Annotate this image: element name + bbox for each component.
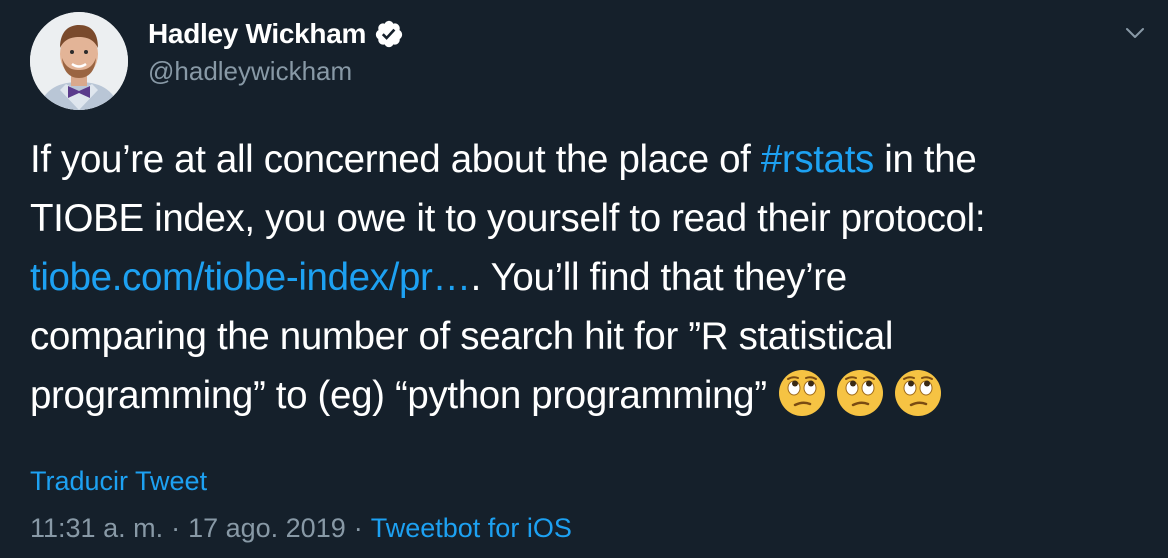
tweet-time[interactable]: 11:31 a. m. [30,513,163,543]
tweet-meta: 11:31 a. m. · 17 ago. 2019 · Tweetbot for iO… [30,513,572,544]
author-handle[interactable]: @hadleywickham [148,56,352,87]
tweet-card: Hadley Wickham @hadleywickham If you’re … [0,0,1168,558]
tweet-text-segment: If you’re at all concerned about the pla… [30,138,761,181]
tweet-line-4: comparing the number of search hit for ”… [30,315,894,358]
tweet-line-5: programming” to (eg) “python programming… [30,366,1155,425]
hashtag-rstats-link[interactable]: #rstats [761,138,874,181]
meta-separator: · [353,513,363,543]
tweet-date[interactable]: 17 ago. 2019 [188,513,346,543]
meta-separator: · [171,513,181,543]
translate-tweet-link[interactable]: Traducir Tweet [30,466,207,497]
avatar[interactable] [30,12,128,110]
tweet-source-link[interactable]: Tweetbot for iOS [371,513,572,543]
tweet-line-3: tiobe.com/tiobe-index/pr…. You’ll find t… [30,248,1155,307]
display-name[interactable]: Hadley Wickham [148,18,366,50]
tweet-text-segment: . You’ll find that they’re [470,256,848,299]
avatar-image [30,12,128,110]
tweet-line-1: If you’re at all concerned about the pla… [30,130,1155,189]
tweet-text-segment: in the [873,138,977,181]
emoji-group [777,368,943,418]
verified-badge-icon [374,19,404,49]
rolling-eyes-emoji-icon [836,370,883,416]
author-name-row[interactable]: Hadley Wickham [148,14,404,54]
tweet-text-segment: programming” to (eg) “python programming… [30,374,767,417]
tweet-line-2: TIOBE index, you owe it to yourself to r… [30,197,986,240]
tiobe-protocol-link[interactable]: tiobe.com/tiobe-index/pr… [30,256,471,299]
tweet-text: If you’re at all concerned about the pla… [30,130,1155,425]
rolling-eyes-emoji-icon [778,370,825,416]
rolling-eyes-emoji-icon [894,370,941,416]
chevron-down-icon[interactable] [1124,22,1146,44]
